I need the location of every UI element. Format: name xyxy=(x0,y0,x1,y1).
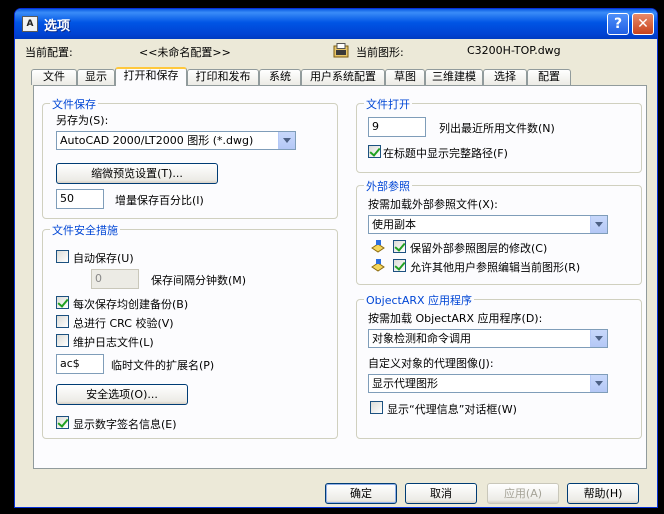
current-drawing-value: C3200H-TOP.dwg xyxy=(467,44,561,57)
chevron-down-icon[interactable] xyxy=(278,132,295,149)
save-as-value: AutoCAD 2000/LT2000 图形 (*.dwg) xyxy=(60,134,254,147)
xref-demand-select[interactable]: 使用副本 xyxy=(368,215,608,234)
arx-demand-label: 按需加载 ObjectARX 应用程序(D): xyxy=(368,312,543,325)
current-profile-value: <<未命名配置>> xyxy=(139,46,231,59)
retain-xref-layer-checkbox[interactable] xyxy=(393,240,406,253)
xref-layer-icon xyxy=(371,240,385,253)
proxy-info-checkbox[interactable] xyxy=(370,401,383,414)
autosave-label: 自动保存(U) xyxy=(73,252,134,265)
crc-checkbox[interactable] xyxy=(56,315,69,328)
tab-files[interactable]: 文件 xyxy=(31,69,77,85)
current-profile-label: 当前配置: xyxy=(25,46,73,59)
allow-xref-edit-label: 允许其他用户参照编辑当前图形(R) xyxy=(410,261,581,274)
temp-ext-label: 临时文件的扩展名(P) xyxy=(111,359,215,372)
crc-label: 总进行 CRC 校验(V) xyxy=(73,317,174,330)
xref-demand-label: 按需加载外部参照文件(X): xyxy=(368,198,498,211)
save-as-label: 另存为(S): xyxy=(56,114,109,127)
arx-demand-select[interactable]: 对象检测和命令调用 xyxy=(368,329,608,348)
tab-system[interactable]: 系统 xyxy=(259,69,301,85)
backup-checkbox[interactable] xyxy=(56,296,69,309)
log-file-checkbox[interactable] xyxy=(56,334,69,347)
chevron-down-icon[interactable] xyxy=(590,330,607,347)
file-safety-group: 文件安全措施 自动保存(U) 0 保存间隔分钟数(M) 每次保存均创建备份(B)… xyxy=(42,222,338,439)
full-path-checkbox[interactable] xyxy=(368,145,381,158)
autosave-checkbox[interactable] xyxy=(56,250,69,263)
digital-signature-label: 显示数字签名信息(E) xyxy=(73,418,177,431)
security-options-button[interactable]: 安全选项(O)... xyxy=(56,384,188,405)
proxy-info-label: 显示“代理信息”对话框(W) xyxy=(387,403,517,416)
save-as-select[interactable]: AutoCAD 2000/LT2000 图形 (*.dwg) xyxy=(56,131,296,150)
cancel-button[interactable]: 取消 xyxy=(405,483,477,504)
xref-edit-icon xyxy=(371,259,385,272)
autosave-minutes-input[interactable]: 0 xyxy=(91,269,139,289)
apply-button[interactable]: 应用(A) xyxy=(487,483,559,504)
tab-user-preferences[interactable]: 用户系统配置 xyxy=(301,69,385,85)
allow-xref-edit-checkbox[interactable] xyxy=(393,259,406,272)
temp-ext-input[interactable]: ac$ xyxy=(56,354,104,374)
file-open-group: 文件打开 9 列出最近所用文件数(N) 在标题中显示完整路径(F) xyxy=(356,96,642,173)
file-safety-title: 文件安全措施 xyxy=(50,222,120,238)
proxy-images-value: 显示代理图形 xyxy=(372,377,438,390)
current-drawing-label: 当前图形: xyxy=(356,46,404,59)
backup-label: 每次保存均创建备份(B) xyxy=(73,298,189,311)
thumbnail-settings-button[interactable]: 缩微预览设置(T)... xyxy=(56,163,218,184)
proxy-images-select[interactable]: 显示代理图形 xyxy=(368,374,608,393)
title-bar[interactable]: A 选项 ? ✕ xyxy=(15,9,657,39)
autosave-minutes-label: 保存间隔分钟数(M) xyxy=(151,274,247,287)
drawing-file-icon xyxy=(333,43,349,58)
arx-demand-value: 对象检测和命令调用 xyxy=(372,332,471,345)
file-open-title: 文件打开 xyxy=(364,96,412,112)
incremental-save-label: 增量保存百分比(I) xyxy=(115,194,204,207)
xref-title: 外部参照 xyxy=(364,178,412,194)
ok-button[interactable]: 确定 xyxy=(325,483,397,504)
objectarx-group: ObjectARX 应用程序 按需加载 ObjectARX 应用程序(D): 对… xyxy=(356,292,642,439)
objectarx-title: ObjectARX 应用程序 xyxy=(364,292,475,308)
autocad-app-icon: A xyxy=(22,16,38,32)
tab-profiles[interactable]: 配置 xyxy=(527,69,571,85)
proxy-images-label: 自定义对象的代理图像(J): xyxy=(368,357,494,370)
chevron-down-icon[interactable] xyxy=(590,216,607,233)
chevron-down-icon[interactable] xyxy=(590,375,607,392)
file-save-group: 文件保存 另存为(S): AutoCAD 2000/LT2000 图形 (*.d… xyxy=(42,96,338,219)
recent-files-input[interactable]: 9 xyxy=(368,117,426,137)
tab-3d-modeling[interactable]: 三维建模 xyxy=(425,69,483,85)
recent-files-label: 列出最近所用文件数(N) xyxy=(439,122,555,135)
tab-panel-open-save: 文件保存 另存为(S): AutoCAD 2000/LT2000 图形 (*.d… xyxy=(33,85,647,469)
digital-signature-checkbox[interactable] xyxy=(56,416,69,429)
xref-group: 外部参照 按需加载外部参照文件(X): 使用副本 保留外部参照图层的修改(C) … xyxy=(356,178,642,285)
close-icon[interactable]: ✕ xyxy=(632,13,654,35)
log-file-label: 维护日志文件(L) xyxy=(73,336,154,349)
file-save-title: 文件保存 xyxy=(50,96,98,112)
xref-demand-value: 使用副本 xyxy=(372,218,416,231)
tab-drafting[interactable]: 草图 xyxy=(385,69,425,85)
full-path-label: 在标题中显示完整路径(F) xyxy=(383,147,508,160)
incremental-save-input[interactable]: 50 xyxy=(56,189,104,209)
tab-plot-publish[interactable]: 打印和发布 xyxy=(187,69,259,85)
tab-selection[interactable]: 选择 xyxy=(483,69,527,85)
options-dialog: A 选项 ? ✕ 当前配置: <<未命名配置>> 当前图形: C3200H-TO… xyxy=(14,8,658,508)
retain-xref-layer-label: 保留外部参照图层的修改(C) xyxy=(410,242,548,255)
help-icon[interactable]: ? xyxy=(607,13,629,35)
help-button[interactable]: 帮助(H) xyxy=(567,483,639,504)
window-title: 选项 xyxy=(44,19,71,34)
tab-open-save[interactable]: 打开和保存 xyxy=(115,67,187,86)
tab-display[interactable]: 显示 xyxy=(77,69,115,85)
